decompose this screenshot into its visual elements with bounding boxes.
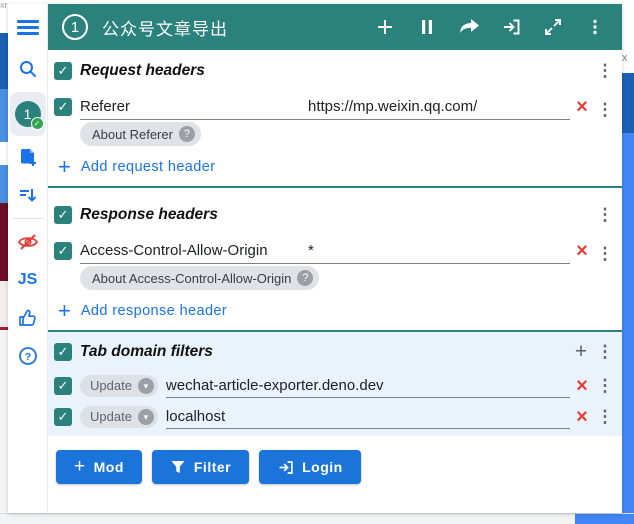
header-value-input[interactable] <box>294 94 570 120</box>
add-response-header-link[interactable]: + Add response header <box>48 292 622 330</box>
open-in-full-icon <box>545 19 561 35</box>
filter-row-menu-icon[interactable]: ⋮ <box>594 376 616 396</box>
thumbs-up-icon <box>18 309 36 326</box>
help-circle-icon: ? <box>297 270 314 286</box>
delete-header-button[interactable]: × <box>570 238 594 264</box>
mod-button[interactable]: + Mod <box>56 450 142 484</box>
response-headers-menu-icon[interactable]: ⋮ <box>594 205 616 225</box>
add-profile-button[interactable] <box>8 138 48 176</box>
sidebar-divider <box>12 218 43 219</box>
share-arrow-icon <box>460 19 479 33</box>
help-circle-icon: ? <box>178 126 195 142</box>
signin-button[interactable] <box>494 10 528 44</box>
expand-button[interactable] <box>536 10 570 44</box>
chevron-down-icon: ▾ <box>137 377 154 394</box>
main-panel: 1 公众号文章导出 ✓ Request headers ⋮ ✓ Referer … <box>48 4 622 513</box>
add-request-header-link[interactable]: + Add request header <box>48 148 622 186</box>
chevron-down-icon: ▾ <box>137 408 154 425</box>
tab-domain-filters-section: ✓ Tab domain filters + ⋮ ✓ Update ▾ × ⋮ <box>48 332 622 436</box>
js-icon: JS <box>17 271 38 288</box>
plus-icon: + <box>74 456 86 477</box>
kebab-menu-icon <box>593 19 597 35</box>
plus-icon: + <box>58 298 71 323</box>
help-button[interactable]: ? <box>8 337 48 375</box>
tab-filters-menu-icon[interactable]: ⋮ <box>594 342 616 362</box>
request-headers-section: ✓ Request headers ⋮ ✓ × ⋮ About Referer <box>48 50 622 188</box>
referer-checkbox[interactable]: ✓ <box>54 98 72 116</box>
response-headers-title: Response headers <box>80 206 218 223</box>
svg-text:?: ? <box>24 351 30 363</box>
header-name-input[interactable] <box>80 94 294 120</box>
header-row-menu-icon[interactable]: ⋮ <box>594 244 616 264</box>
plus-icon: + <box>58 154 71 179</box>
rate-button[interactable] <box>8 299 48 337</box>
background-page-bottom-strip <box>0 513 634 524</box>
javascript-button[interactable]: JS <box>8 261 48 299</box>
header-name-input[interactable] <box>80 238 294 264</box>
pause-button[interactable] <box>410 10 444 44</box>
acao-checkbox[interactable]: ✓ <box>54 242 72 260</box>
export-share-button[interactable] <box>452 10 486 44</box>
filter-button[interactable]: Filter <box>151 450 250 484</box>
filter-value-input[interactable] <box>165 404 570 429</box>
response-headers-checkbox[interactable]: ✓ <box>54 206 72 224</box>
login-button[interactable]: Login <box>259 450 361 484</box>
menu-button[interactable] <box>8 4 48 50</box>
sort-profiles-button[interactable] <box>8 176 48 214</box>
profile-avatar: 1 ✓ <box>14 101 44 130</box>
hamburger-icon <box>16 17 39 38</box>
filter-row: ✓ Update ▾ × ⋮ <box>48 401 622 432</box>
profile-number-badge: 1 <box>62 14 88 40</box>
funnel-icon <box>171 461 185 473</box>
footer-toolbar: + Mod Filter Login <box>56 450 622 484</box>
new-document-icon <box>20 149 36 166</box>
titlebar: 1 公众号文章导出 <box>48 4 622 50</box>
filter-type-dropdown[interactable]: Update ▾ <box>80 374 158 397</box>
eye-off-icon <box>17 234 38 250</box>
filter-row: ✓ Update ▾ × ⋮ <box>48 370 622 401</box>
sidebar: 1 ✓ JS ? <box>8 4 48 513</box>
delete-filter-button[interactable]: × <box>570 404 594 430</box>
about-acao-chip[interactable]: About Access-Control-Allow-Origin ? <box>80 266 320 290</box>
tab-filters-checkbox[interactable]: ✓ <box>54 343 72 361</box>
sign-in-icon <box>504 19 520 35</box>
filter-row-menu-icon[interactable]: ⋮ <box>594 407 616 427</box>
plus-icon <box>378 20 392 34</box>
add-header-button[interactable] <box>368 10 402 44</box>
pause-icon <box>422 20 432 34</box>
screen: xr x 1 ✓ JS ? 1 公众号文章导出 ✓ Request header… <box>0 0 634 524</box>
sort-icon <box>19 189 36 202</box>
request-headers-menu-icon[interactable]: ⋮ <box>594 61 616 81</box>
extension-popup: 1 ✓ JS ? 1 公众号文章导出 ✓ Request headers ⋮ ✓… <box>8 4 622 513</box>
header-value-input[interactable] <box>294 238 570 264</box>
filter-checkbox[interactable]: ✓ <box>54 376 72 395</box>
delete-header-button[interactable]: × <box>570 94 594 120</box>
profile-avatar-number: 1 <box>23 106 32 122</box>
content: ✓ Request headers ⋮ ✓ × ⋮ About Referer <box>48 50 622 513</box>
sidebar-item-profile[interactable]: 1 ✓ <box>9 92 46 136</box>
filter-type-dropdown[interactable]: Update ▾ <box>80 405 158 428</box>
profile-active-check-icon: ✓ <box>30 117 44 130</box>
response-headers-section: ✓ Response headers ⋮ ✓ × ⋮ About Access-… <box>48 188 622 332</box>
overflow-menu-button[interactable] <box>578 10 612 44</box>
request-header-row: ✓ × ⋮ <box>48 88 622 120</box>
response-header-row: ✓ × ⋮ <box>48 232 622 264</box>
background-page-right-strip: x <box>622 0 634 524</box>
about-referer-chip[interactable]: About Referer ? <box>80 122 201 146</box>
request-headers-checkbox[interactable]: ✓ <box>54 62 72 80</box>
sign-in-icon <box>279 460 293 474</box>
filter-value-input[interactable] <box>165 373 570 398</box>
help-icon: ? <box>18 347 37 365</box>
tab-filters-title: Tab domain filters <box>80 343 213 360</box>
request-headers-title: Request headers <box>80 62 205 79</box>
header-row-menu-icon[interactable]: ⋮ <box>594 100 616 120</box>
search-button[interactable] <box>8 50 48 88</box>
background-text-fragment: x <box>622 0 634 73</box>
add-filter-icon[interactable]: + <box>568 340 594 364</box>
profile-title[interactable]: 公众号文章导出 <box>102 15 228 40</box>
delete-filter-button[interactable]: × <box>570 373 594 399</box>
hidden-profiles-button[interactable] <box>8 223 48 261</box>
search-icon <box>19 61 36 77</box>
filter-checkbox[interactable]: ✓ <box>54 407 72 426</box>
